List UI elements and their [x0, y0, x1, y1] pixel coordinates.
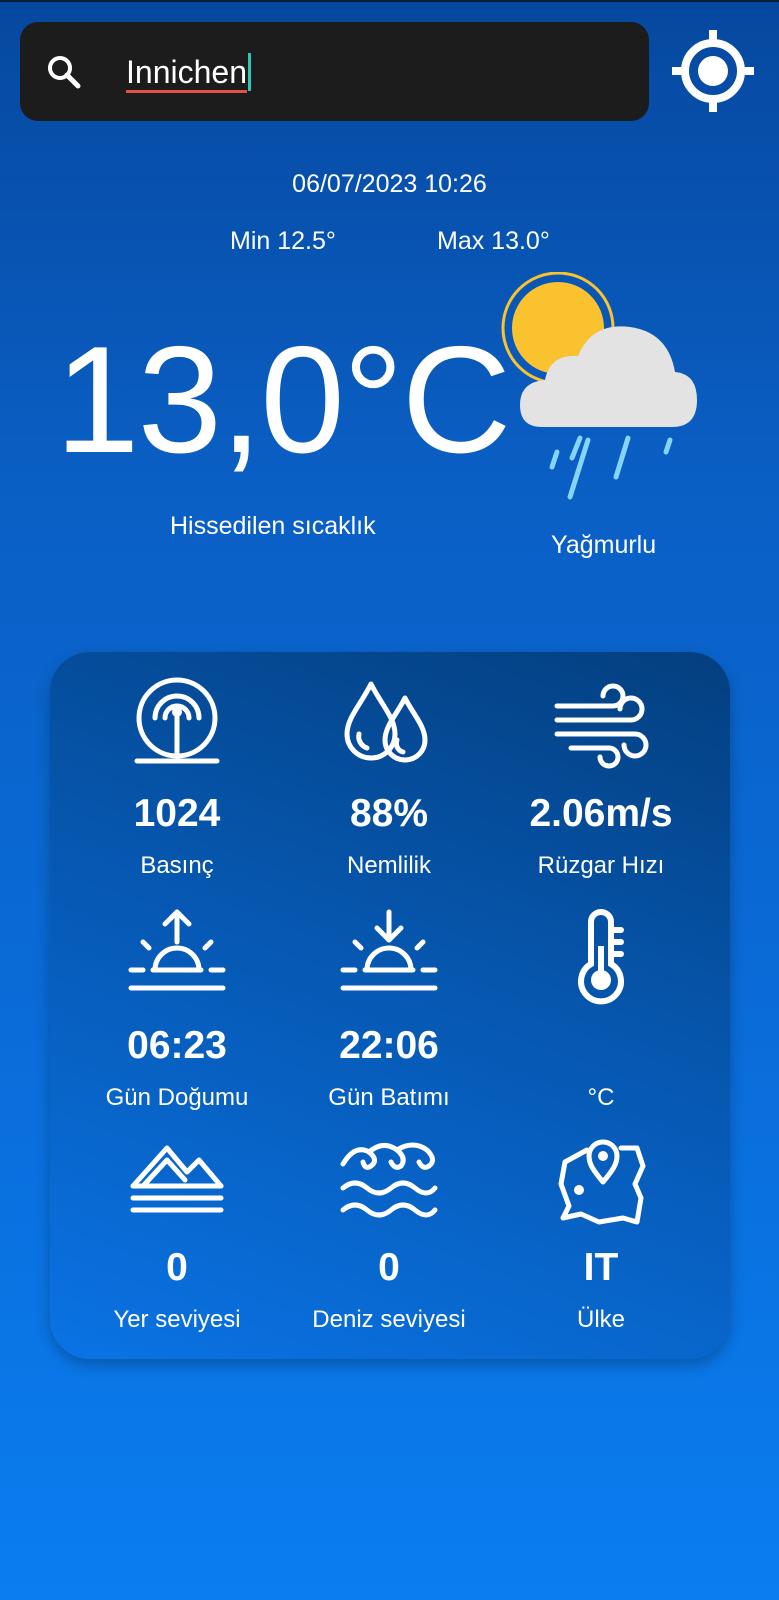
status-strip: [0, 0, 779, 2]
humidity-icon: [344, 681, 428, 763]
mountain-icon: [130, 1145, 224, 1213]
temperature-unit-label: °C: [587, 1084, 615, 1111]
date-time: 06/07/2023 10:26: [292, 170, 487, 198]
pressure-value: 1024: [133, 792, 221, 835]
humidity-value: 88%: [349, 792, 429, 835]
search-bar[interactable]: [20, 22, 649, 121]
sunset-value: 22:06: [339, 1024, 439, 1067]
sea-level-label: Deniz seviyesi: [312, 1306, 466, 1333]
pressure-icon: [134, 677, 220, 764]
sun-cloud-rain-icon: [501, 272, 697, 500]
map-pin-icon: [558, 1139, 646, 1225]
country-label: Ülke: [576, 1306, 625, 1333]
condition-label: Yağmurlu: [551, 531, 657, 559]
wind-icon: [554, 683, 649, 769]
sea-level-value: 0: [378, 1246, 400, 1289]
ground-level-value: 0: [166, 1246, 188, 1289]
sunset-icon: [340, 909, 438, 991]
search-icon[interactable]: [44, 52, 84, 92]
wind-label: Rüzgar Hızı: [537, 852, 665, 879]
feels-like-label: Hissedilen sıcaklık: [170, 512, 376, 540]
humidity-label: Nemlilik: [347, 852, 431, 879]
sunrise-value: 06:23: [127, 1024, 227, 1067]
current-temperature: 13,0°C: [55, 315, 511, 485]
search-input-text: Innichen: [126, 54, 247, 93]
text-cursor: [247, 53, 251, 91]
search-input[interactable]: Innichen: [126, 52, 251, 93]
max-temperature: Max 13.0°: [437, 227, 550, 255]
ground-level-label: Yer seviyesi: [113, 1306, 241, 1333]
country-value: IT: [583, 1246, 619, 1289]
my-location-icon[interactable]: [670, 28, 756, 114]
sunrise-label: Gün Doğumu: [105, 1084, 249, 1111]
wind-value: 2.06m/s: [529, 792, 673, 835]
thermometer-icon: [578, 909, 624, 1005]
waves-icon: [340, 1142, 438, 1218]
pressure-label: Basınç: [140, 852, 214, 879]
min-temperature: Min 12.5°: [230, 227, 336, 255]
sunset-label: Gün Batımı: [328, 1084, 450, 1111]
sunrise-icon: [128, 909, 226, 991]
